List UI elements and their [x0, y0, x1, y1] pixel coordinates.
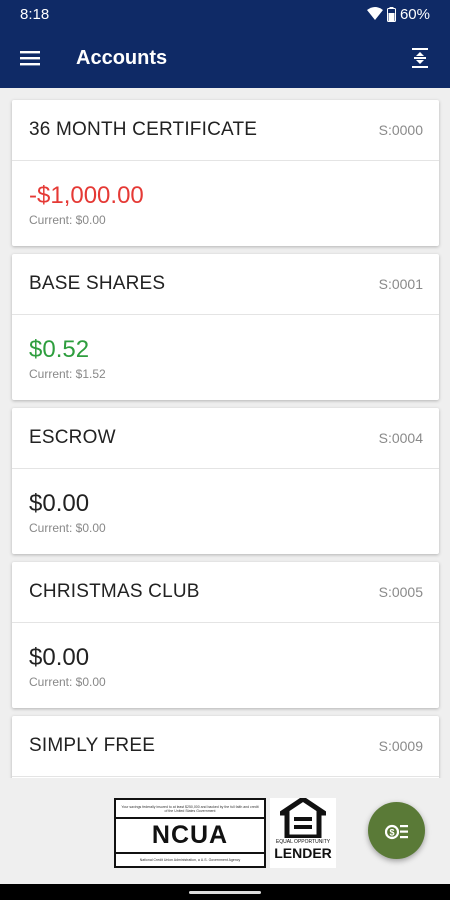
account-list[interactable]: 36 MONTH CERTIFICATE S:0000 -$1,000.00 C… [0, 88, 450, 778]
menu-button[interactable] [0, 28, 60, 88]
account-name: BASE SHARES [29, 273, 166, 294]
account-card[interactable]: BASE SHARES S:0001 $0.52 Current: $1.52 [12, 254, 439, 400]
equal-housing-icon [280, 798, 326, 838]
account-current-balance: Current: $0.00 [29, 675, 106, 689]
account-available-balance: $0.00 [29, 490, 90, 517]
transfer-money-icon: $ [384, 824, 408, 839]
status-bar: 8:18 60% [0, 0, 450, 28]
system-nav-bar [0, 884, 450, 900]
app-bar: Accounts [0, 28, 450, 88]
account-card[interactable]: ESCROW S:0004 $0.00 Current: $0.00 [12, 408, 439, 554]
account-name: SIMPLY FREE [29, 735, 156, 756]
page-title: Accounts [76, 46, 168, 69]
status-indicators: 60% [366, 5, 430, 23]
account-card-body: -$1,000.00 Current: $0.00 [12, 161, 439, 227]
account-id: S:0005 [378, 584, 423, 600]
account-card-header: CHRISTMAS CLUB S:0005 [12, 562, 439, 623]
account-id: S:0004 [378, 430, 423, 446]
account-current-balance: Current: $0.00 [29, 521, 106, 535]
account-id: S:0009 [378, 738, 423, 754]
account-card-header: BASE SHARES S:0001 [12, 254, 439, 315]
wifi-icon [366, 7, 383, 20]
account-card-body: $0.00 Current: $0.00 [12, 623, 439, 689]
account-available-balance: $0.00 [29, 644, 90, 671]
account-card-body: $0.52 Current: $1.52 [12, 315, 439, 381]
account-name: ESCROW [29, 427, 116, 448]
account-name: 36 MONTH CERTIFICATE [29, 119, 258, 140]
account-card[interactable]: CHRISTMAS CLUB S:0005 $0.00 Current: $0.… [12, 562, 439, 708]
battery-icon [386, 6, 396, 22]
account-id: S:0000 [378, 122, 423, 138]
account-available-balance: -$1,000.00 [29, 182, 144, 209]
hamburger-menu-icon [20, 51, 40, 66]
battery-percent: 60% [399, 5, 430, 23]
account-card-header: SIMPLY FREE S:0009 [12, 716, 439, 777]
account-card-header: 36 MONTH CERTIFICATE S:0000 [12, 100, 439, 161]
account-card-body: $0.00 Current: $0.00 [12, 469, 439, 535]
account-id: S:0001 [378, 276, 423, 292]
equal-housing-lender-logo: EQUAL OPPORTUNITY LENDER [270, 798, 336, 868]
account-card[interactable]: 36 MONTH CERTIFICATE S:0000 -$1,000.00 C… [12, 100, 439, 246]
eho-lender-text: LENDER [274, 845, 332, 861]
home-gesture-handle[interactable] [189, 891, 261, 894]
account-current-balance: Current: $0.00 [29, 213, 106, 227]
svg-text:$: $ [389, 827, 394, 837]
transfer-fab[interactable]: $ [368, 802, 425, 859]
status-time: 8:18 [20, 5, 50, 23]
account-card[interactable]: SIMPLY FREE S:0009 [12, 716, 439, 778]
account-name: CHRISTMAS CLUB [29, 581, 200, 602]
ncua-agency-text: National Credit Union Administration, a … [139, 857, 241, 862]
account-card-header: ESCROW S:0004 [12, 408, 439, 469]
ncua-wordmark: NCUA [116, 816, 264, 854]
expand-collapse-button[interactable] [390, 28, 450, 88]
account-available-balance: $0.52 [29, 336, 90, 363]
ncua-logo: Your savings federally insured to at lea… [114, 798, 266, 868]
ncua-insurance-text: Your savings federally insured to at lea… [121, 804, 259, 813]
expand-collapse-icon [412, 48, 428, 68]
account-current-balance: Current: $1.52 [29, 367, 106, 381]
